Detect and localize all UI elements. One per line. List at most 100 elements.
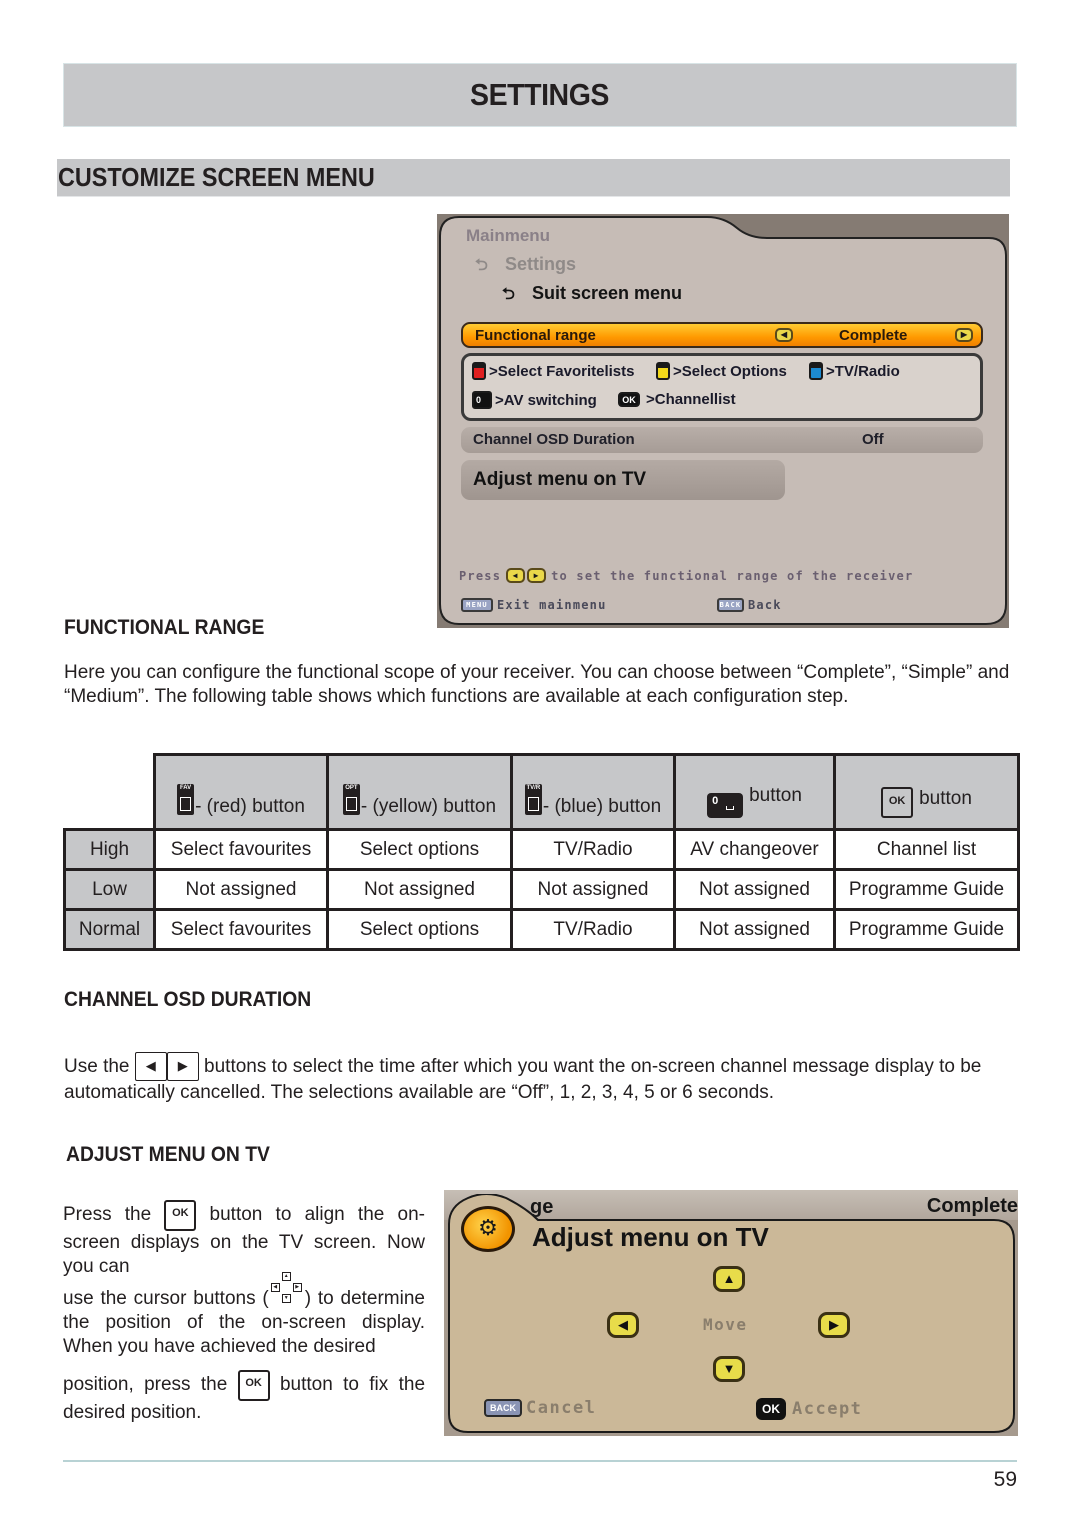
right-arrow-key-icon: ▶ — [166, 1052, 199, 1081]
tvr-key-icon: TV/R — [524, 784, 542, 815]
opt-key-icon: OPT — [342, 784, 360, 815]
column-label: button — [749, 785, 802, 806]
table-cell: Select favourites — [153, 828, 329, 871]
press-hint: Press ◀ ▶ to set the functional range of … — [459, 568, 913, 583]
left-arrow-icon: ◀ — [506, 568, 526, 583]
table-cell: Channel list — [833, 828, 1020, 871]
right-arrow-icon: ▶ — [527, 568, 547, 583]
cancel-hint[interactable]: BACK Cancel — [484, 1398, 596, 1418]
footer-divider — [63, 1460, 1017, 1462]
tv-menu-panel: Mainmenu ⮌ Settings ⮌ Suit screen menu Fun… — [439, 216, 1007, 626]
return-arrow-icon: ⮌ — [475, 257, 488, 274]
breadcrumb-mainmenu: Mainmenu — [466, 226, 551, 245]
column-header-ok: OK button — [833, 753, 1020, 831]
tv-adjust-screenshot: ge Complete ⚙ Adjust menu on TV ▲ ◀ Move… — [444, 1190, 1018, 1436]
back-key-icon: BACK — [484, 1399, 522, 1417]
zero-key-icon: 0 — [472, 391, 492, 409]
table-corner — [64, 754, 156, 831]
table-cell: Not assigned — [510, 868, 676, 911]
page-number: 59 — [993, 1468, 1017, 1491]
up-arrow-button[interactable]: ▲ — [713, 1266, 745, 1292]
table-row-low: Low Not assigned Not assigned Not assign… — [63, 868, 1020, 911]
osd-duration-label: Channel OSD Duration — [473, 431, 635, 448]
exit-mainmenu-hint: MENU Exit mainmenu — [461, 598, 607, 612]
exit-mainmenu-label: Exit mainmenu — [497, 598, 607, 612]
adjust-para-3: position, press the OK button to fix the… — [63, 1370, 425, 1425]
column-label: - (red) button — [195, 796, 305, 817]
shortcut-hints-box: >Select Favoritelists >Select Options >T… — [461, 353, 983, 421]
table-cell: AV changeover — [673, 828, 836, 871]
table-cell: Programme Guide — [833, 868, 1020, 911]
breadcrumb-current: ⮌ Suit screen menu — [502, 283, 682, 310]
cursor-keys-icon: ▲ ◀ ▶ ▼ — [269, 1272, 305, 1310]
adjust-text: use the cursor buttons ( — [63, 1288, 269, 1309]
gear-icon: ⚙ — [461, 1206, 515, 1252]
adjust-para-1: Press the OK button to align the on-scre… — [63, 1200, 425, 1279]
row-header: High — [63, 828, 156, 871]
row-header: Normal — [63, 908, 156, 951]
left-arrow-button[interactable]: ◀ — [607, 1312, 639, 1338]
back-key-icon: BACK — [717, 598, 744, 612]
functional-range-value: Complete — [839, 326, 908, 344]
ok-key-icon: OK — [618, 392, 640, 407]
table-cell: Select favourites — [153, 908, 329, 951]
breadcrumb-current-label: Suit screen menu — [532, 283, 683, 303]
osd-text-before: Use the — [64, 1056, 130, 1077]
column-header-blue: TV/R - (blue) button — [510, 753, 676, 831]
hint-ok: OK >Channellist — [618, 391, 736, 408]
hint-label: >TV/Radio — [826, 362, 900, 380]
column-label: - (yellow) button — [360, 796, 497, 817]
adjust-menu-heading: ADJUST MENU ON TV — [66, 1143, 270, 1166]
table-cell: TV/Radio — [510, 908, 676, 951]
ok-key-icon: OK — [881, 787, 914, 818]
table-cell: Not assigned — [673, 908, 836, 951]
hint-yellow: >Select Options — [656, 362, 787, 380]
table-cell: TV/Radio — [510, 828, 676, 871]
hint-label: >Select Favoritelists — [489, 362, 635, 380]
column-header-yellow: OPT - (yellow) button — [326, 753, 513, 831]
left-arrow-key-icon: ◀ — [134, 1052, 167, 1081]
adjust-menu-item[interactable]: Adjust menu on TV — [461, 460, 785, 500]
channel-osd-duration-row[interactable]: Channel OSD Duration Off — [461, 427, 983, 453]
osd-text-after: buttons to select the time after which y… — [64, 1056, 982, 1103]
back-hint: BACK Back — [717, 598, 782, 612]
hint-label: >AV switching — [495, 391, 597, 409]
table-header-row: FAV - (red) button OPT - (yellow) button T… — [64, 753, 1020, 831]
table-cell: Not assigned — [673, 868, 836, 911]
hint-red: >Select Favoritelists — [472, 362, 635, 380]
yellow-key-icon — [656, 362, 670, 380]
table-cell: Programme Guide — [833, 908, 1020, 951]
column-label: button — [919, 788, 972, 809]
functional-range-label: Functional range — [475, 326, 596, 344]
right-arrow-icon[interactable]: ▶ — [955, 328, 973, 342]
left-arrow-icon[interactable]: ◀ — [775, 328, 793, 342]
section-header: CUSTOMIZE SCREEN MENU — [57, 159, 1010, 197]
red-key-icon — [472, 362, 486, 380]
ok-key-icon: OK — [756, 1398, 786, 1420]
row-header: Low — [63, 868, 156, 911]
hint-label: >Select Options — [673, 362, 787, 380]
tv-menu-screenshot: Mainmenu ⮌ Settings ⮌ Suit screen menu Fun… — [437, 214, 1009, 628]
functional-range-row[interactable]: Functional range ◀ Complete ▶ — [461, 322, 983, 348]
down-arrow-button[interactable]: ▼ — [713, 1356, 745, 1382]
column-header-zero: 0 button — [673, 753, 836, 831]
column-header-red: FAV - (red) button — [153, 753, 329, 831]
functional-range-description: Here you can configure the functional sc… — [64, 662, 1010, 707]
zero-key-icon: 0 — [707, 793, 744, 818]
ok-key-icon: OK — [164, 1200, 197, 1231]
accept-hint[interactable]: OK Accept — [756, 1398, 862, 1420]
functional-range-table: FAV - (red) button OPT - (yellow) button T… — [63, 753, 1020, 951]
table-cell: Not assigned — [153, 868, 329, 911]
table-cell: Not assigned — [326, 868, 513, 911]
adjust-para-2: use the cursor buttons (▲ ◀ ▶ ▼) to determi… — [63, 1272, 425, 1359]
fav-key-icon: FAV — [177, 784, 195, 815]
osd-duration-value: Off — [862, 431, 884, 448]
right-arrow-button[interactable]: ▶ — [818, 1312, 850, 1338]
adjust-text: position, press the — [63, 1374, 228, 1395]
ok-key-icon: OK — [237, 1370, 270, 1401]
hint-label: >Channellist — [646, 391, 736, 408]
table-row-normal: Normal Select favourites Select options … — [63, 908, 1020, 951]
press-prefix: Press — [459, 568, 502, 583]
return-arrow-icon: ⮌ — [502, 286, 515, 303]
table-cell: Select options — [326, 828, 513, 871]
